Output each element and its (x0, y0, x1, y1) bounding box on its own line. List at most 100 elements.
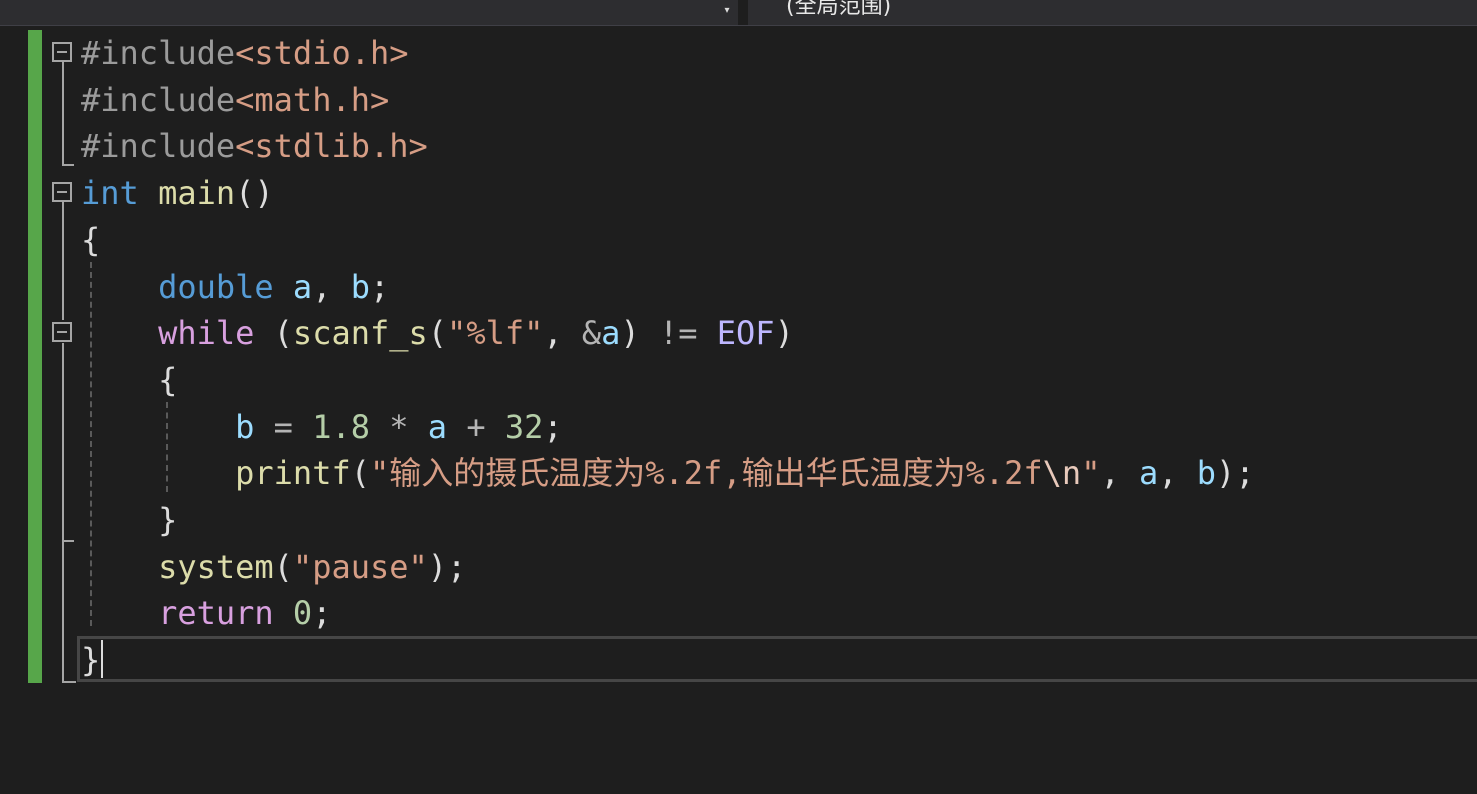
code-line[interactable]: } (81, 637, 100, 683)
outline-line (62, 681, 76, 683)
navigation-bar: ▾ (全局范围) (0, 0, 1477, 26)
outline-line (62, 164, 74, 166)
code-token: ) (620, 314, 659, 353)
code-token: "pause" (292, 547, 428, 586)
code-token: ( (254, 314, 293, 353)
code-line[interactable]: while (scanf_s("%lf", &a) != EOF) (81, 310, 794, 356)
collapse-icon[interactable] (52, 322, 72, 342)
code-token: ( (273, 547, 293, 586)
code-token: * (389, 407, 409, 446)
code-token: while (158, 314, 255, 353)
code-token: b (1196, 454, 1217, 493)
code-token: = (273, 407, 293, 446)
collapse-icon[interactable] (52, 42, 72, 62)
code-token: <math.h> (235, 80, 390, 119)
current-line-highlight (77, 636, 1477, 682)
outline-line (62, 343, 64, 683)
code-line[interactable]: #include<math.h> (81, 77, 389, 123)
code-token: } (81, 641, 101, 680)
code-token: <stdio.h> (235, 34, 409, 72)
code-line[interactable]: { (81, 357, 177, 403)
scope-label: (全局范围) (786, 0, 892, 19)
code-token: ); (427, 547, 467, 586)
code-line[interactable]: system("pause"); (81, 544, 466, 590)
code-token: main (158, 174, 236, 213)
code-token: \n (1042, 454, 1082, 493)
code-token: & (581, 314, 602, 353)
code-token: #include (81, 127, 236, 166)
code-token: 1.8 (312, 407, 370, 446)
collapse-icon[interactable] (52, 182, 72, 202)
text-caret (101, 640, 103, 678)
code-token: } (81, 501, 178, 539)
code-token: , (1100, 454, 1139, 493)
change-tracking-bar (28, 30, 42, 683)
code-token: a (1138, 454, 1159, 493)
code-line[interactable]: } (81, 497, 177, 543)
project-dropdown[interactable]: ▾ (0, 0, 738, 25)
code-token: + (466, 407, 486, 446)
chevron-down-icon[interactable]: ▾ (720, 4, 734, 18)
code-line[interactable]: #include<stdio.h> (81, 30, 409, 76)
code-token: ; (312, 594, 332, 633)
outline-line (62, 202, 64, 320)
code-token: #include (81, 80, 236, 119)
scope-dropdown[interactable]: (全局范围) (748, 0, 1477, 25)
code-token: "输入的摄氏温度为%.2f,输出华氏温度为%.2f (369, 454, 1043, 493)
code-token: ( (427, 314, 448, 353)
code-token: { (81, 360, 178, 399)
code-token: b (350, 267, 370, 306)
code-editor[interactable]: ▾ (全局范围) #include<stdio.h> #include<math.… (0, 0, 1477, 794)
code-token: 32 (504, 407, 544, 446)
code-token: <stdlib.h> (235, 127, 428, 166)
code-token: b (235, 407, 255, 446)
code-line[interactable]: double a, b; (81, 264, 389, 310)
code-token: ) (774, 314, 794, 353)
code-token: return (158, 594, 274, 633)
code-token: "%lf" (447, 314, 544, 353)
code-line[interactable]: return 0; (81, 590, 331, 636)
code-line[interactable]: #include<stdlib.h> (81, 123, 428, 169)
code-token: int (81, 174, 139, 213)
outline-line (62, 62, 64, 166)
code-token: scanf_s (292, 314, 428, 353)
code-token: double (158, 267, 274, 306)
code-token: printf (235, 454, 351, 493)
code-token: ); (1216, 454, 1255, 493)
code-token: , (312, 267, 351, 306)
code-token: #include (81, 34, 236, 72)
outline-line (62, 540, 74, 542)
code-token: a (601, 314, 621, 353)
code-token: ; (543, 407, 563, 446)
code-token: a (427, 407, 448, 446)
code-token: ( (350, 454, 370, 493)
code-token: () (235, 174, 274, 213)
code-token: system (158, 547, 274, 586)
code-token: ; (369, 267, 390, 306)
code-token: EOF (716, 314, 775, 353)
code-line[interactable]: printf("输入的摄氏温度为%.2f,输出华氏温度为%.2f\n", a, … (81, 450, 1255, 496)
code-token: { (81, 220, 101, 259)
code-token: , (543, 314, 582, 353)
code-token: 0 (292, 594, 313, 633)
code-line[interactable]: b = 1.8 * a + 32; (81, 404, 563, 450)
code-line[interactable]: int main() (81, 170, 274, 216)
code-line[interactable]: { (81, 217, 100, 263)
code-token: " (1081, 454, 1101, 493)
